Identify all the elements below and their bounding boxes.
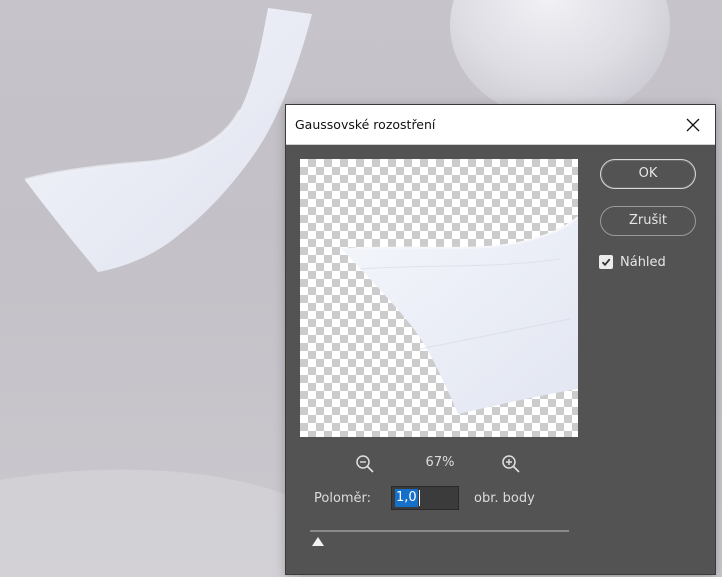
zoom-out-icon — [356, 455, 374, 473]
preview-area[interactable] — [300, 159, 578, 437]
sphere-shape — [450, 0, 670, 120]
zoom-out-button[interactable] — [354, 453, 376, 475]
checkbox-box[interactable] — [599, 255, 613, 269]
radius-label: Poloměr: — [314, 491, 372, 506]
zoom-level: 67% — [425, 455, 455, 470]
ok-button[interactable]: OK — [600, 159, 696, 189]
close-icon — [686, 118, 700, 131]
radius-input[interactable]: 1,0 — [391, 486, 459, 510]
title-bar[interactable]: Gaussovské rozostření — [286, 105, 715, 145]
radius-unit: obr. body — [474, 491, 535, 506]
slider-thumb-icon — [312, 537, 324, 546]
text-caret — [418, 490, 420, 506]
preview-image — [341, 216, 578, 414]
zoom-in-icon — [502, 455, 520, 473]
preview-checkbox[interactable]: Náhled — [599, 253, 666, 271]
dialog-title: Gaussovské rozostření — [295, 117, 436, 132]
cancel-button[interactable]: Zrušit — [600, 206, 696, 236]
radius-value: 1,0 — [395, 489, 418, 507]
close-button[interactable] — [671, 105, 715, 144]
paper-shape — [25, 8, 312, 272]
zoom-in-button[interactable] — [500, 453, 522, 475]
radius-slider-thumb[interactable] — [312, 532, 324, 546]
preview-checkbox-label: Náhled — [620, 254, 666, 270]
checkmark-icon — [601, 258, 611, 267]
radius-slider-track[interactable] — [310, 530, 569, 532]
gaussian-blur-dialog: Gaussovské rozostření 67% Poloměr: 1,0 o… — [285, 104, 716, 575]
